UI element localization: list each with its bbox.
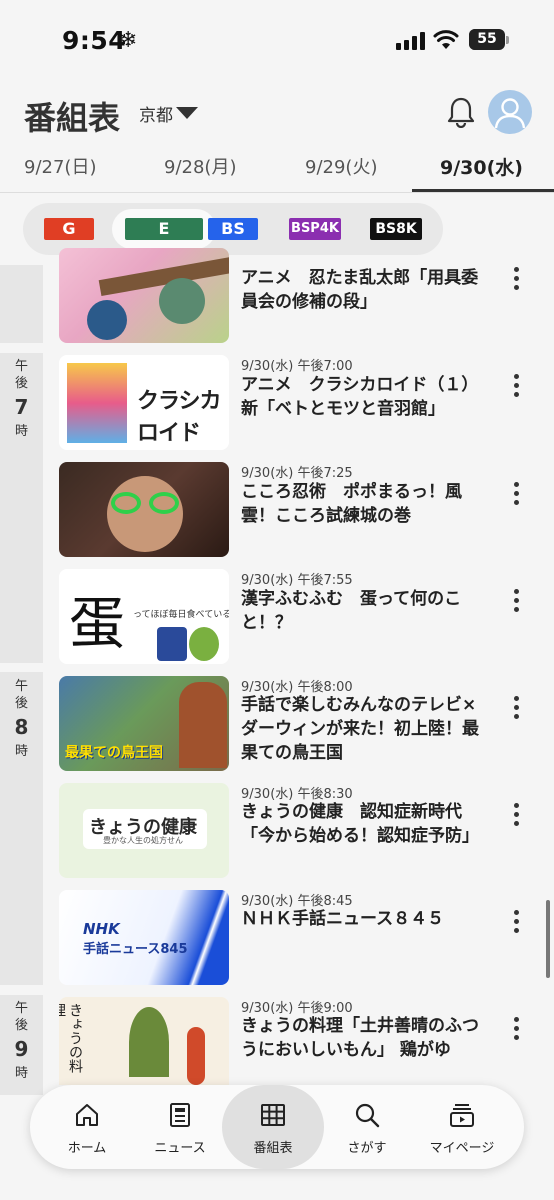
program-title[interactable]: アニメ クラシカロイド（１）新「ベトとモツと音羽館」 [241,373,491,421]
search-icon [355,1103,380,1128]
nav-news[interactable]: ニュース [132,1085,228,1169]
more-options-icon[interactable] [514,482,520,506]
user-icon [494,98,526,129]
tab-date-0928[interactable]: 9/28(月) [164,153,236,179]
more-options-icon[interactable] [514,589,520,613]
cellular-signal-icon [396,32,428,50]
tab-date-0929[interactable]: 9/29(火) [305,153,377,179]
program-title[interactable]: 漢字ふむふむ 蛋って何のこと！？ [241,587,491,635]
hour-label-9: 午後 9 時 [14,1001,29,1081]
nav-home[interactable]: ホーム [42,1085,132,1169]
grid-icon [261,1104,285,1126]
program-time: 9/30(水) 午後7:25 [241,466,353,481]
more-options-icon[interactable] [514,1017,520,1041]
more-options-icon[interactable] [514,267,520,291]
date-tabs: 9/27(日) 9/28(月) 9/29(火) 9/30(水) [0,145,554,193]
program-title[interactable]: 手話で楽しむみんなのテレビ×ダーウィンが来た！初上陸！最果ての鳥王国 [241,693,491,765]
program-title[interactable]: きょうの料理「土井善晴のふつうにおいしいもん」 鶏がゆ [241,1014,491,1062]
channel-chip-g[interactable]: G [44,218,94,240]
channel-chip-e-selected[interactable]: E [112,209,216,249]
channel-chip-e[interactable]: E [125,218,203,240]
wifi-icon [433,30,459,49]
program-time: 9/30(水) 午後7:00 [241,359,353,374]
news-icon [170,1103,190,1127]
more-options-icon[interactable] [514,803,520,827]
status-time: 9:54 [62,26,127,55]
scrollbar[interactable] [546,900,550,978]
page-title: 番組表 [24,99,121,137]
region-selector[interactable]: 京都 [139,101,173,126]
program-thumbnail-kenko[interactable]: きょうの健康 豊かな人生の処方せん [59,783,229,878]
more-options-icon[interactable] [514,696,520,720]
program-title[interactable]: ＮＨＫ手話ニュース８４５ [241,907,491,931]
home-icon [76,1104,98,1126]
program-title[interactable]: きょうの健康 認知症新時代「今から始める！認知症予防」 [241,800,491,848]
program-title[interactable]: こころ忍術 ポポまるっ！風雲！こころ試練城の巻 [241,480,491,528]
nav-mypage[interactable]: マイページ [412,1085,512,1169]
battery-icon: 55 [469,29,505,50]
avatar[interactable] [488,90,532,134]
snowflake-icon: ❄ [119,28,138,53]
channel-chip-bsp4k[interactable]: BSP4K [289,218,341,240]
tab-date-0930[interactable]: 9/30(水) [440,153,523,180]
program-title[interactable]: アニメ 忍たま乱太郎「用具委員会の修補の段」 [241,266,491,314]
time-column-6pm [0,265,43,343]
program-thumbnail-darwin[interactable]: 最果ての鳥王国 [59,676,229,771]
status-bar: 9:54 ❄ 55 [0,0,554,80]
chevron-down-icon[interactable] [176,107,198,119]
program-thumbnail-ryori[interactable]: きょうの料理 [59,997,229,1085]
nav-search[interactable]: さがす [322,1085,412,1169]
program-thumbnail-popomaru[interactable] [59,462,229,557]
more-options-icon[interactable] [514,374,520,398]
more-options-icon[interactable] [514,910,520,934]
program-thumbnail-classicaloid[interactable]: クラシカロイド [59,355,229,450]
bell-icon[interactable] [446,96,476,128]
bottom-nav: ホーム ニュース 番組表 さがす マイページ [30,1085,524,1169]
mypage-icon [450,1104,474,1127]
program-thumbnail-shuwa-news[interactable]: NHK 手話ニュース845 [59,890,229,985]
hour-label-7: 午後 7 時 [14,359,29,439]
nav-schedule[interactable]: 番組表 [222,1085,324,1169]
program-thumbnail-kanji[interactable]: 蛋 ってほぼ毎日食べている。 [59,569,229,664]
channel-chip-bs[interactable]: BS [208,218,258,240]
tab-date-0927[interactable]: 9/27(日) [24,153,96,179]
channel-chip-bs8k[interactable]: BS8K [370,218,422,240]
hour-label-8: 午後 8 時 [14,679,29,759]
program-time: 9/30(水) 午後7:55 [241,573,353,588]
program-thumbnail-nintama[interactable] [59,248,229,343]
